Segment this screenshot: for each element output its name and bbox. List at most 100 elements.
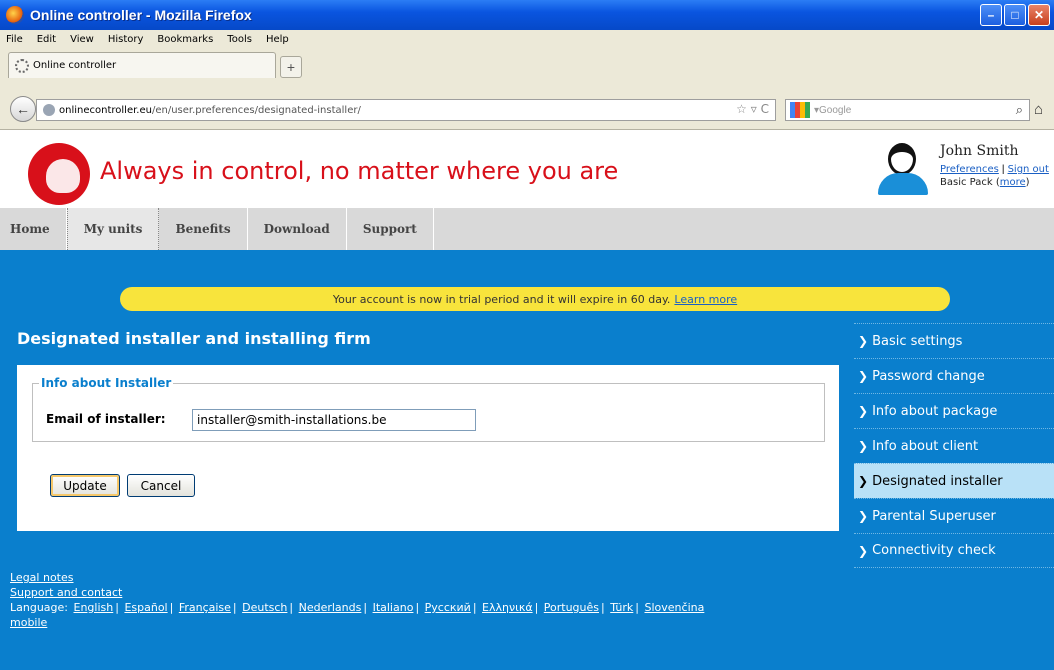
lang-slovencina[interactable]: Slovenčina [645, 601, 705, 614]
lang-deutsch[interactable]: Deutsch [242, 601, 287, 614]
new-tab-button[interactable]: + [280, 56, 302, 78]
search-placeholder: Google [819, 104, 852, 116]
menu-edit[interactable]: Edit [37, 34, 56, 45]
lang-espanol[interactable]: Español [124, 601, 167, 614]
nav-home[interactable]: Home [0, 208, 67, 250]
tab-label: Online controller [33, 60, 117, 71]
chevron-right-icon: ❯ [858, 334, 869, 348]
nav-my-units[interactable]: My units [66, 208, 160, 250]
sidebar-item-parental-superuser[interactable]: ❯ Parental Superuser [854, 498, 1054, 533]
more-link[interactable]: more [1000, 177, 1026, 188]
chevron-right-icon: ❯ [858, 474, 869, 488]
cancel-button[interactable]: Cancel [127, 474, 195, 497]
chevron-right-icon: ❯ [858, 369, 869, 383]
signout-link[interactable]: Sign out [1008, 164, 1049, 175]
maximize-icon[interactable]: □ [1004, 4, 1026, 26]
lang-italiano[interactable]: Italiano [373, 601, 414, 614]
sidebar-item-label: Info about package [872, 403, 998, 419]
hand-icon [46, 159, 80, 193]
url-path: /en/user.preferences/designated-installe… [151, 104, 361, 116]
browser-tab[interactable]: Online controller [8, 52, 276, 78]
site-logo[interactable] [28, 143, 90, 205]
email-field[interactable] [192, 409, 476, 431]
main-content: Your account is now in trial period and … [0, 250, 1054, 670]
sidebar-item-label: Connectivity check [872, 543, 996, 558]
sidebar-item-label: Password change [872, 368, 985, 384]
home-icon[interactable]: ⌂ [1034, 101, 1043, 118]
menu-bookmarks[interactable]: Bookmarks [157, 34, 213, 45]
site-header: Always in control, no matter where you a… [0, 131, 1054, 208]
nav-support[interactable]: Support [347, 208, 434, 250]
language-prefix: Language: [10, 601, 68, 614]
avatar-head [888, 143, 916, 175]
navigation-bar: ← onlinecontroller.eu /en/user.preferenc… [0, 90, 1054, 130]
menu-help[interactable]: Help [266, 34, 289, 45]
minimize-icon[interactable]: – [980, 4, 1002, 26]
chevron-right-icon: ❯ [858, 404, 869, 418]
learn-more-link[interactable]: Learn more [674, 293, 737, 306]
menubar: File Edit View History Bookmarks Tools H… [0, 30, 1054, 48]
sidebar-item-label: Designated installer [872, 473, 1003, 489]
legal-notes-link[interactable]: Legal notes [10, 571, 74, 584]
search-icon[interactable]: ⌕ [1016, 102, 1023, 118]
window-title: Online controller - Mozilla Firefox [30, 7, 252, 23]
reload-icon[interactable]: C [761, 102, 769, 116]
sidebar-item-basic-settings[interactable]: ❯ Basic settings [854, 323, 1054, 358]
url-bar[interactable]: onlinecontroller.eu /en/user.preferences… [36, 99, 776, 121]
menu-view[interactable]: View [70, 34, 94, 45]
menu-history[interactable]: History [108, 34, 144, 45]
installer-fieldset: Info about Installer Email of installer: [32, 376, 825, 442]
support-contact-link[interactable]: Support and contact [10, 586, 122, 599]
back-button[interactable]: ← [10, 96, 36, 122]
lang-turk[interactable]: Türk [610, 601, 633, 614]
google-icon [790, 102, 810, 118]
bookmark-star-icon[interactable]: ☆ [736, 102, 747, 116]
dropdown-icon[interactable]: ▿ [751, 102, 757, 116]
window-titlebar: Online controller - Mozilla Firefox – □ … [0, 0, 1054, 30]
page-title: Designated installer and installing firm [17, 329, 371, 348]
lang-english[interactable]: English [74, 601, 114, 614]
footer: Legal notes Support and contact Language… [10, 570, 706, 630]
avatar [878, 139, 928, 195]
update-button[interactable]: Update [50, 474, 120, 497]
trial-banner: Your account is now in trial period and … [120, 287, 950, 311]
user-name: John Smith [940, 143, 1019, 159]
lang-portugues[interactable]: Português [544, 601, 599, 614]
lang-russian[interactable]: Русский [425, 601, 471, 614]
pack-close: ) [1025, 177, 1030, 188]
chevron-right-icon: ❯ [858, 509, 869, 523]
close-icon[interactable]: ✕ [1028, 4, 1050, 26]
sidebar-item-client-info[interactable]: ❯ Info about client [854, 428, 1054, 463]
loading-icon [15, 58, 29, 73]
preferences-sidebar: ❯ Basic settings ❯ Password change ❯ Info a… [854, 323, 1054, 568]
preferences-link[interactable]: Preferences [940, 164, 999, 175]
arrow-left-icon: ← [16, 101, 30, 117]
sidebar-item-package-info[interactable]: ❯ Info about package [854, 393, 1054, 428]
lang-greek[interactable]: Ελληνικά [482, 601, 533, 614]
url-host: onlinecontroller.eu [59, 104, 152, 116]
sidebar-item-designated-installer[interactable]: ❯ Designated installer [854, 463, 1054, 498]
globe-icon [43, 104, 55, 116]
menu-tools[interactable]: Tools [227, 34, 252, 45]
fieldset-legend: Info about Installer [41, 376, 172, 390]
window-controls: – □ ✕ [980, 4, 1050, 26]
site-nav: Home My units Benefits Download Support [0, 208, 1054, 250]
menu-file[interactable]: File [6, 34, 23, 45]
lang-francaise[interactable]: Française [179, 601, 231, 614]
sidebar-item-password-change[interactable]: ❯ Password change [854, 358, 1054, 393]
nav-download[interactable]: Download [248, 208, 347, 250]
separator: | [1001, 164, 1005, 175]
trial-text: Your account is now in trial period and … [332, 292, 671, 306]
user-info: John Smith Preferences | Sign out Basic … [940, 143, 1049, 188]
sidebar-item-connectivity-check[interactable]: ❯ Connectivity check [854, 533, 1054, 568]
sidebar-item-label: Info about client [872, 438, 979, 454]
chevron-right-icon: ❯ [858, 543, 869, 558]
url-bar-actions: ☆ ▿ C [736, 102, 769, 116]
search-input[interactable]: ▾ Google ⌕ [785, 99, 1030, 121]
nav-benefits[interactable]: Benefits [159, 208, 248, 250]
language-selector: Language: English | Español | Française | D… [10, 601, 705, 614]
sidebar-item-label: Parental Superuser [872, 508, 996, 524]
mobile-link[interactable]: mobile [10, 616, 47, 629]
installer-form: Info about Installer Email of installer:… [17, 365, 839, 531]
lang-nederlands[interactable]: Nederlands [299, 601, 362, 614]
